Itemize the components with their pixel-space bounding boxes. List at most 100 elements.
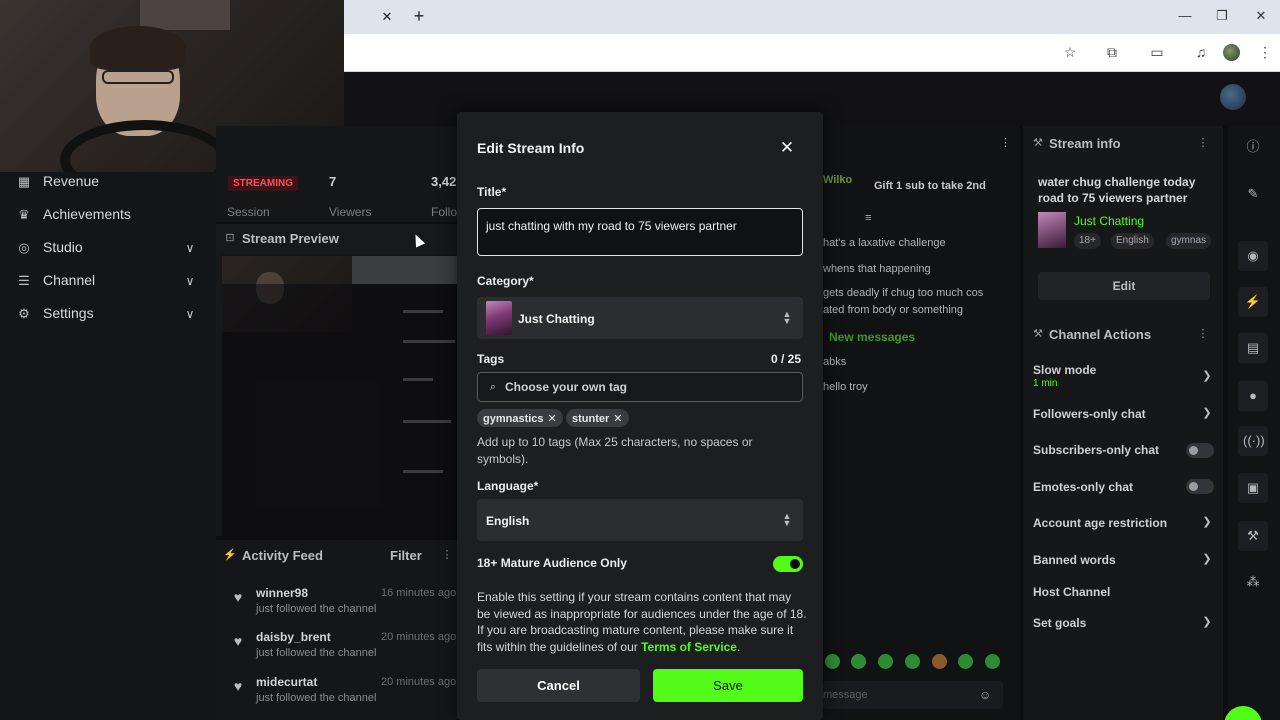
tab-close-icon[interactable]: ✕ [378,8,396,26]
extensions-icon[interactable]: ⧉ [1102,42,1122,62]
session-label: Session [227,205,270,219]
chevron-right-icon[interactable]: ❯ [1201,369,1213,383]
chat-username: Wilko [823,174,853,186]
action-slow-mode[interactable]: Slow mode [1033,363,1096,377]
activity-username[interactable]: daisby_brent [256,630,331,644]
new-tab-button[interactable]: + [410,6,428,26]
action-account-age[interactable]: Account age restriction [1033,516,1167,530]
sidebar-item-channel[interactable]: ☰ Channel ∨ [0,267,216,297]
cancel-button[interactable]: Cancel [477,669,640,702]
category-value: Just Chatting [518,312,595,326]
more-icon[interactable]: ⋮ [1000,136,1011,149]
emote-icon[interactable] [825,654,840,669]
save-button[interactable]: Save [653,669,803,702]
chat-panel [823,126,1020,720]
action-emotes-only[interactable]: Emotes-only chat [1033,480,1133,494]
wrench-icon: ⚒ [1033,137,1043,149]
period: . [736,640,741,655]
mature-label: 18+ Mature Audience Only [477,556,627,570]
close-icon[interactable]: ✕ [778,139,796,157]
emote-icon[interactable] [958,654,973,669]
restore-icon[interactable]: ❐ [1212,6,1232,26]
chat-bubble-icon[interactable]: ● [1243,386,1263,406]
lightning-icon[interactable]: ⚡ [1243,292,1263,312]
gift-banner[interactable]: Gift 1 sub to take 2nd [874,180,986,192]
action-set-goals[interactable]: Set goals [1033,616,1086,630]
trophy-icon: ♛ [18,207,30,222]
filter-icon[interactable]: ≡ [865,212,871,224]
heart-icon: ♥ [233,633,243,649]
new-messages-divider[interactable]: New messages [829,330,915,344]
activity-username[interactable]: midecurtat [256,675,317,689]
pencil-icon[interactable]: ✎ [1243,184,1263,204]
more-icon[interactable]: ⋮ [1196,136,1210,150]
chevron-down-icon: ∨ [185,307,195,321]
select-arrows-icon: ▲ ▼ [782,511,792,528]
tag-chip-label: gymnastics [483,413,544,425]
camera-icon[interactable]: ◉ [1243,246,1263,266]
chevron-right-icon[interactable]: ❯ [1201,515,1213,529]
terms-of-service-link[interactable]: Terms of Service [641,640,737,654]
remove-tag-icon[interactable]: ✕ [548,413,557,425]
sidebar-item-achievements[interactable]: ♛ Achievements [0,201,216,231]
slow-mode-value: 1 min [1033,378,1058,389]
sidebar-item-settings[interactable]: ⚙ Settings ∨ [0,300,216,330]
viewers-label: Viewers [329,205,372,219]
sidebar-item-revenue[interactable]: ▦ Revenue [0,168,216,198]
filter-button[interactable]: Filter [390,548,422,563]
stream-info-category[interactable]: Just Chatting [1074,214,1144,228]
broadcast-icon[interactable]: ((·)) [1243,431,1265,451]
mature-description: Enable this setting if your stream conta… [477,589,807,656]
activity-time: 16 minutes ago [381,587,457,599]
dots-icon[interactable]: ⁂ [1243,572,1263,592]
emote-icon[interactable] [905,654,920,669]
profile-avatar[interactable] [1223,44,1240,61]
chevron-right-icon[interactable]: ❯ [1201,406,1213,420]
followers-label: Follo [431,205,458,219]
action-banned-words[interactable]: Banned words [1033,553,1116,567]
more-icon[interactable]: ⋮ [1196,327,1210,341]
revenue-icon: ▦ [17,174,31,189]
activity-username[interactable]: winner98 [256,586,308,600]
media-icon[interactable]: ♫ [1191,42,1211,62]
mature-toggle[interactable] [773,556,803,572]
preview-icon: ⊡ [225,232,235,244]
user-avatar[interactable] [1220,84,1246,110]
chevron-right-icon[interactable]: ❯ [1201,552,1213,566]
menu-icon[interactable]: ⋮ [1255,42,1275,62]
emote-icon[interactable] [851,654,866,669]
chevron-right-icon[interactable]: ❯ [1201,615,1213,629]
preview-browser [352,256,457,284]
minimize-icon[interactable]: — [1175,6,1195,26]
sidebar-item-studio[interactable]: ◎ Studio ∨ [0,234,216,264]
emote-icon[interactable] [932,654,947,669]
stream-info-tag: English [1111,233,1154,249]
info-icon[interactable]: ⓘ [1243,137,1263,157]
lightning-icon: ⚡ [223,549,237,561]
preview-modal-line [403,420,451,423]
tab-search-icon[interactable]: ▭ [1147,42,1167,62]
emote-icon[interactable] [985,654,1000,669]
close-icon[interactable]: ✕ [1251,6,1271,26]
title-input[interactable] [477,208,803,256]
heart-icon: ♥ [233,678,243,694]
stream-info-edit-button[interactable]: Edit [1038,272,1210,300]
subscribers-only-toggle[interactable] [1186,443,1214,458]
emotes-only-toggle[interactable] [1186,479,1214,494]
action-subscribers-only[interactable]: Subscribers-only chat [1033,443,1159,457]
activity-action: just followed the channel [256,603,377,615]
layout-icon[interactable]: ▣ [1243,478,1263,498]
emote-icon[interactable] [878,654,893,669]
tag-chip-label: stunter [572,413,610,425]
action-followers-only[interactable]: Followers-only chat [1033,407,1146,421]
emoji-icon[interactable]: ☺ [979,688,991,702]
sidebar-item-label: Channel [43,272,96,288]
modal-title: Edit Stream Info [477,140,585,156]
document-icon[interactable]: ▤ [1243,338,1263,358]
remove-tag-icon[interactable]: ✕ [613,413,622,425]
action-host-channel[interactable]: Host Channel [1033,585,1110,599]
wrench-icon[interactable]: ⚒ [1243,526,1263,546]
more-icon[interactable]: ⋮ [440,548,454,562]
star-icon[interactable]: ☆ [1060,42,1080,62]
chat-message: abks [823,356,847,368]
